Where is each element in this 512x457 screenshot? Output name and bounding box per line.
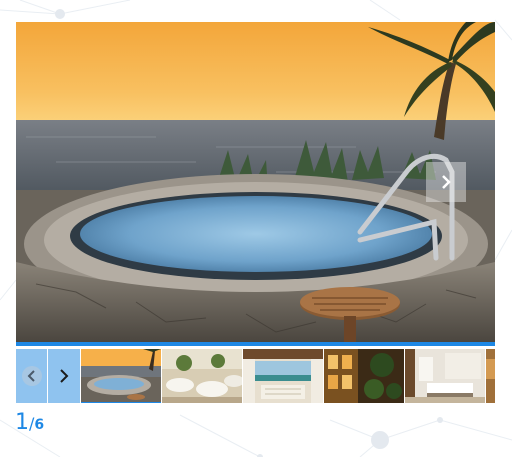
total-slide-count: 6 bbox=[34, 417, 45, 433]
next-slide-button[interactable] bbox=[426, 162, 466, 202]
thumb-prev-button[interactable] bbox=[16, 349, 47, 403]
prev-button-circle bbox=[21, 366, 42, 386]
current-slide-number: 1 bbox=[15, 410, 29, 435]
thumb-jacuzzi-sunset[interactable] bbox=[81, 349, 161, 403]
thumb-suite-bedroom[interactable] bbox=[405, 349, 485, 403]
thumbnail-strip bbox=[16, 349, 495, 405]
thumb-night-courtyard[interactable] bbox=[324, 349, 404, 403]
slide-counter: 1/6 bbox=[15, 412, 44, 434]
thumb-beach-terrace[interactable] bbox=[243, 349, 323, 403]
chevron-left-icon bbox=[27, 370, 35, 382]
main-slide-image[interactable] bbox=[16, 22, 495, 342]
thumb-next-button[interactable] bbox=[48, 349, 80, 403]
chevron-right-icon bbox=[60, 369, 69, 383]
active-thumb-indicator bbox=[81, 402, 161, 403]
accent-bar bbox=[16, 342, 495, 346]
chevron-right-icon bbox=[442, 175, 451, 189]
thumb-partial[interactable] bbox=[486, 349, 495, 403]
thumb-banquet-hall[interactable] bbox=[162, 349, 242, 403]
